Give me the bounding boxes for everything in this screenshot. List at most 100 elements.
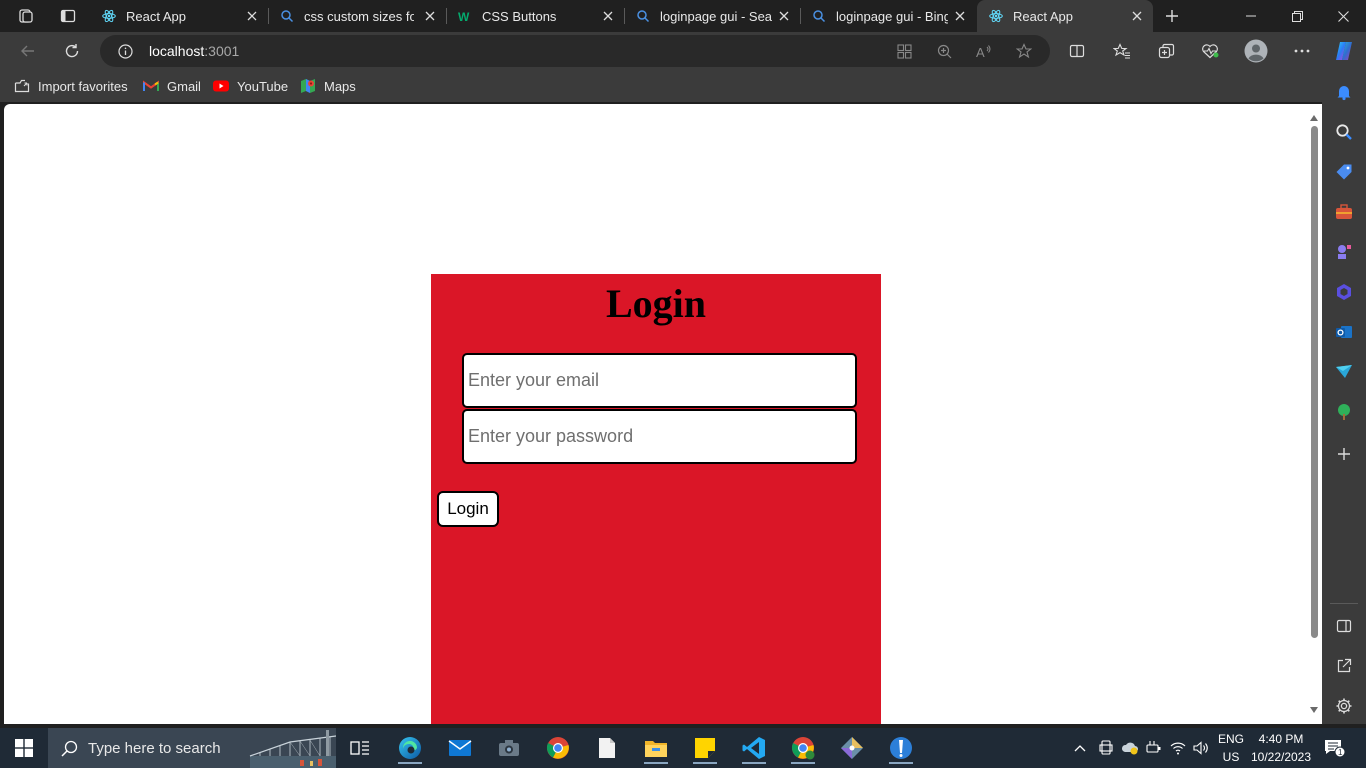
app-available-icon[interactable] (896, 43, 912, 59)
browser-essentials-icon[interactable] (1196, 37, 1224, 65)
tray-device-icon[interactable] (1094, 732, 1118, 764)
onedrive-icon[interactable] (1118, 732, 1142, 764)
search-icon[interactable] (1332, 120, 1356, 144)
new-tab-icon[interactable] (1159, 4, 1185, 28)
favorite-import[interactable]: Import favorites (14, 76, 128, 96)
profile-avatar[interactable] (1242, 37, 1270, 65)
close-icon[interactable] (952, 8, 968, 24)
tab-title: loginpage gui - Bing (836, 9, 948, 24)
search-icon (280, 9, 294, 23)
search-icon (812, 9, 826, 23)
email-input[interactable] (462, 353, 857, 408)
close-icon[interactable] (600, 8, 616, 24)
favorites-icon[interactable] (1108, 37, 1136, 65)
tab-actions-icon[interactable] (55, 4, 81, 28)
split-screen-icon[interactable] (1063, 37, 1091, 65)
sticky-notes-icon[interactable] (685, 732, 725, 764)
pinned-app-icon[interactable] (881, 732, 921, 764)
git-tool-icon[interactable] (832, 732, 872, 764)
chrome-icon[interactable] (538, 732, 578, 764)
favorite-maps[interactable]: Maps (300, 76, 356, 96)
active-app-indicator (742, 762, 766, 764)
favorite-star-icon[interactable] (1016, 43, 1032, 59)
vscode-icon[interactable] (734, 732, 774, 764)
refresh-icon[interactable] (58, 37, 86, 65)
external-link-icon[interactable] (1332, 654, 1356, 678)
scroll-down-icon[interactable] (1310, 706, 1318, 714)
back-icon[interactable] (14, 37, 42, 65)
url-port: :3001 (204, 43, 240, 59)
clock[interactable]: 4:40 PM 10/22/2023 (1248, 732, 1314, 764)
react-icon (989, 9, 1003, 23)
workspaces-icon[interactable] (13, 4, 39, 28)
close-icon[interactable] (244, 8, 260, 24)
drop-icon[interactable] (1332, 360, 1356, 384)
search-placeholder: Type here to search (88, 740, 221, 757)
clock-date: 10/22/2023 (1250, 750, 1312, 764)
shopping-tag-icon[interactable] (1332, 160, 1356, 184)
tab-react-app-active[interactable]: React App (977, 0, 1153, 32)
task-view-icon[interactable] (340, 732, 380, 764)
tree-icon[interactable] (1332, 400, 1356, 424)
tab-loginpage-search[interactable]: loginpage gui - Searc (624, 0, 800, 32)
tab-title: React App (126, 9, 186, 24)
input-language[interactable]: ENG US (1214, 732, 1248, 764)
favorite-gmail[interactable]: Gmail (143, 76, 201, 96)
active-app-indicator (644, 762, 668, 764)
windows-start-icon[interactable] (4, 732, 44, 764)
collections-icon[interactable] (1152, 37, 1180, 65)
close-icon[interactable] (776, 8, 792, 24)
tab-css-buttons[interactable]: W CSS Buttons (446, 0, 624, 32)
scrollbar-thumb[interactable] (1311, 126, 1318, 638)
tab-css-custom-sizes[interactable]: css custom sizes for b (268, 0, 446, 32)
notepad-icon[interactable] (587, 732, 627, 764)
youtube-icon (213, 78, 229, 94)
tab-react-app-1[interactable]: React App (90, 0, 268, 32)
sidebar-divider (1330, 603, 1358, 604)
login-button[interactable]: Login (437, 491, 499, 527)
close-icon[interactable] (1129, 8, 1145, 24)
games-icon[interactable] (1332, 240, 1356, 264)
scroll-up-icon[interactable] (1310, 114, 1318, 122)
power-plug-icon[interactable] (1142, 732, 1166, 764)
notifications-bell-icon[interactable] (1332, 80, 1356, 104)
tab-title: loginpage gui - Searc (660, 9, 772, 24)
file-explorer-icon[interactable] (636, 732, 676, 764)
tools-icon[interactable] (1332, 200, 1356, 224)
edge-taskbar-icon[interactable] (390, 732, 430, 764)
notification-center-icon[interactable]: 1 (1318, 732, 1352, 764)
zoom-icon[interactable] (936, 43, 952, 59)
show-hidden-icons-chevron-icon[interactable] (1066, 732, 1094, 764)
favorite-label: Gmail (167, 78, 201, 94)
wifi-icon[interactable] (1166, 732, 1190, 764)
favorite-youtube[interactable]: YouTube (213, 76, 288, 96)
url-host: localhost (149, 43, 205, 59)
taskbar-search-box[interactable]: Type here to search (48, 728, 336, 768)
outlook-icon[interactable] (1332, 320, 1356, 344)
camera-icon[interactable] (489, 732, 529, 764)
hide-sidebar-icon[interactable] (1332, 614, 1356, 638)
react-icon (102, 9, 116, 23)
login-card: Login Login (431, 274, 881, 724)
browser-toolbar: localhost:3001 A (0, 32, 1366, 70)
volume-icon[interactable] (1189, 732, 1213, 764)
mail-icon[interactable] (440, 732, 480, 764)
settings-gear-icon[interactable] (1332, 694, 1356, 718)
password-input[interactable] (462, 409, 857, 464)
address-bar[interactable]: localhost:3001 A (100, 35, 1050, 67)
more-options-icon[interactable] (1288, 37, 1316, 65)
minimize-icon[interactable] (1228, 0, 1274, 32)
add-sidebar-app-icon[interactable] (1332, 442, 1356, 466)
copilot-icon[interactable] (1330, 37, 1358, 65)
close-icon[interactable] (422, 8, 438, 24)
chrome-profile-icon[interactable] (783, 732, 823, 764)
page-scrollbar[interactable] (1306, 104, 1322, 720)
site-info-icon[interactable] (117, 43, 133, 59)
url-text[interactable]: localhost:3001 (149, 43, 239, 59)
window-close-icon[interactable] (1320, 0, 1366, 32)
read-aloud-icon[interactable]: A (976, 43, 992, 59)
microsoft-365-icon[interactable] (1332, 280, 1356, 304)
tab-loginpage-bing[interactable]: loginpage gui - Bing (800, 0, 976, 32)
search-icon (636, 9, 650, 23)
restore-icon[interactable] (1274, 0, 1320, 32)
